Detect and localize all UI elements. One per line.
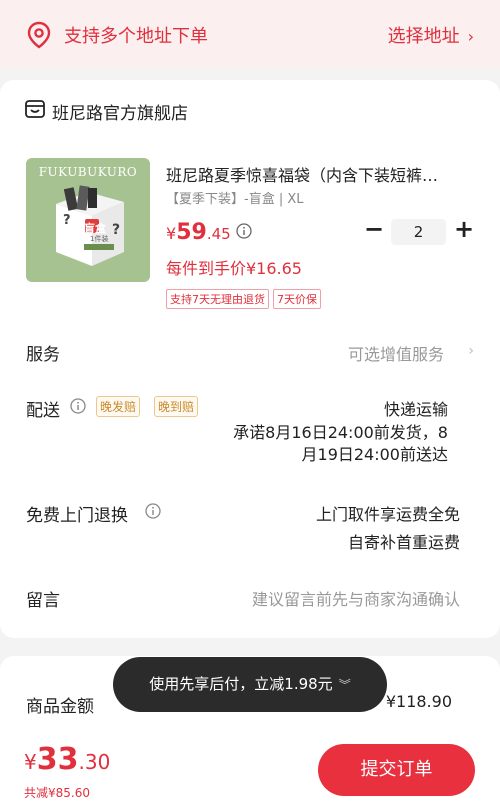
location-pin-icon — [27, 21, 51, 49]
service-label: 服务 — [26, 345, 60, 365]
chevron-right-icon[interactable]: › — [468, 343, 474, 359]
order-card: 班尼路官方旗舰店 FUKUBUKURO ? ? 盲盒 1件装 班尼路夏季惊喜福袋… — [0, 80, 500, 638]
product-price: ¥59.45 — [166, 220, 231, 245]
total-saved[interactable]: 共减¥85.60 — [24, 784, 90, 801]
price-decimal: .45 — [206, 225, 231, 243]
badge-late-ship: 晚发赔 — [96, 396, 141, 417]
return-line-1: 上门取件享运费全免 — [315, 505, 460, 524]
price-integer: 59 — [176, 220, 207, 245]
return-line-2: 自寄补首重运费 — [347, 533, 460, 552]
store-icon — [25, 100, 45, 118]
goods-amount-label: 商品金额 — [26, 697, 94, 717]
delivery-info-icon[interactable] — [70, 398, 86, 414]
chevron-right-icon: › — [467, 27, 474, 46]
price-info-icon[interactable] — [236, 223, 252, 239]
svg-text:?: ? — [112, 222, 120, 238]
delivery-label: 配送 — [26, 401, 60, 421]
service-value[interactable]: 可选增值服务 — [348, 341, 444, 365]
choose-address-label: 选择地址 — [387, 26, 460, 47]
quantity-decrease-button[interactable]: − — [364, 217, 384, 242]
pay-later-toast[interactable]: 使用先享后付，立减1.98元 ︾ — [113, 657, 387, 712]
product-title[interactable]: 班尼路夏季惊喜福袋（内含下装短裤… — [166, 162, 478, 186]
address-prompt: 支持多个地址下单 — [64, 26, 208, 47]
product-spec[interactable]: 【夏季下装】-盲盒 | XL — [166, 188, 303, 207]
chevron-down-icon: ︾ — [338, 678, 351, 692]
message-label: 留言 — [26, 591, 60, 611]
unit-price: 每件到手价¥16.65 — [166, 259, 302, 278]
price-currency: ¥ — [166, 224, 177, 243]
product-image[interactable]: FUKUBUKURO ? ? 盲盒 1件装 — [26, 158, 150, 282]
return-info-icon[interactable] — [145, 503, 161, 519]
total-currency: ¥ — [24, 750, 37, 774]
goods-amount-value: ¥118.90 — [385, 692, 452, 711]
total-integer: 33 — [36, 742, 79, 777]
quantity-increase-button[interactable]: + — [454, 217, 474, 242]
return-label: 免费上门退换 — [26, 506, 128, 526]
tag-price-protection: 7天价保 — [273, 289, 321, 309]
badge-late-arrive: 晚到赔 — [154, 396, 199, 417]
svg-text:?: ? — [63, 213, 71, 228]
shop-name[interactable]: 班尼路官方旗舰店 — [52, 99, 188, 124]
quantity-value[interactable]: 2 — [391, 219, 446, 245]
order-total: ¥33.30 — [24, 742, 110, 777]
message-input[interactable]: 建议留言前先与商家沟通确认 — [252, 586, 460, 610]
product-tags: 支持7天无理由退货 7天价保 — [166, 289, 321, 309]
address-bar[interactable]: 支持多个地址下单 选择地址 › — [0, 0, 500, 68]
toast-text: 使用先享后付，立减1.98元 — [149, 675, 333, 693]
tag-return-7days: 支持7天无理由退货 — [166, 289, 269, 309]
delivery-method[interactable]: 快递运输 — [384, 396, 448, 420]
total-decimal: .30 — [78, 750, 111, 774]
choose-address-button[interactable]: 选择地址 › — [388, 22, 474, 48]
submit-order-button[interactable]: 提交订单 — [318, 744, 475, 796]
product-image-count: 1件装 — [90, 235, 109, 243]
delivery-promise: 承诺8月16日24:00前发货，8月19日24:00前送达 — [233, 423, 448, 464]
